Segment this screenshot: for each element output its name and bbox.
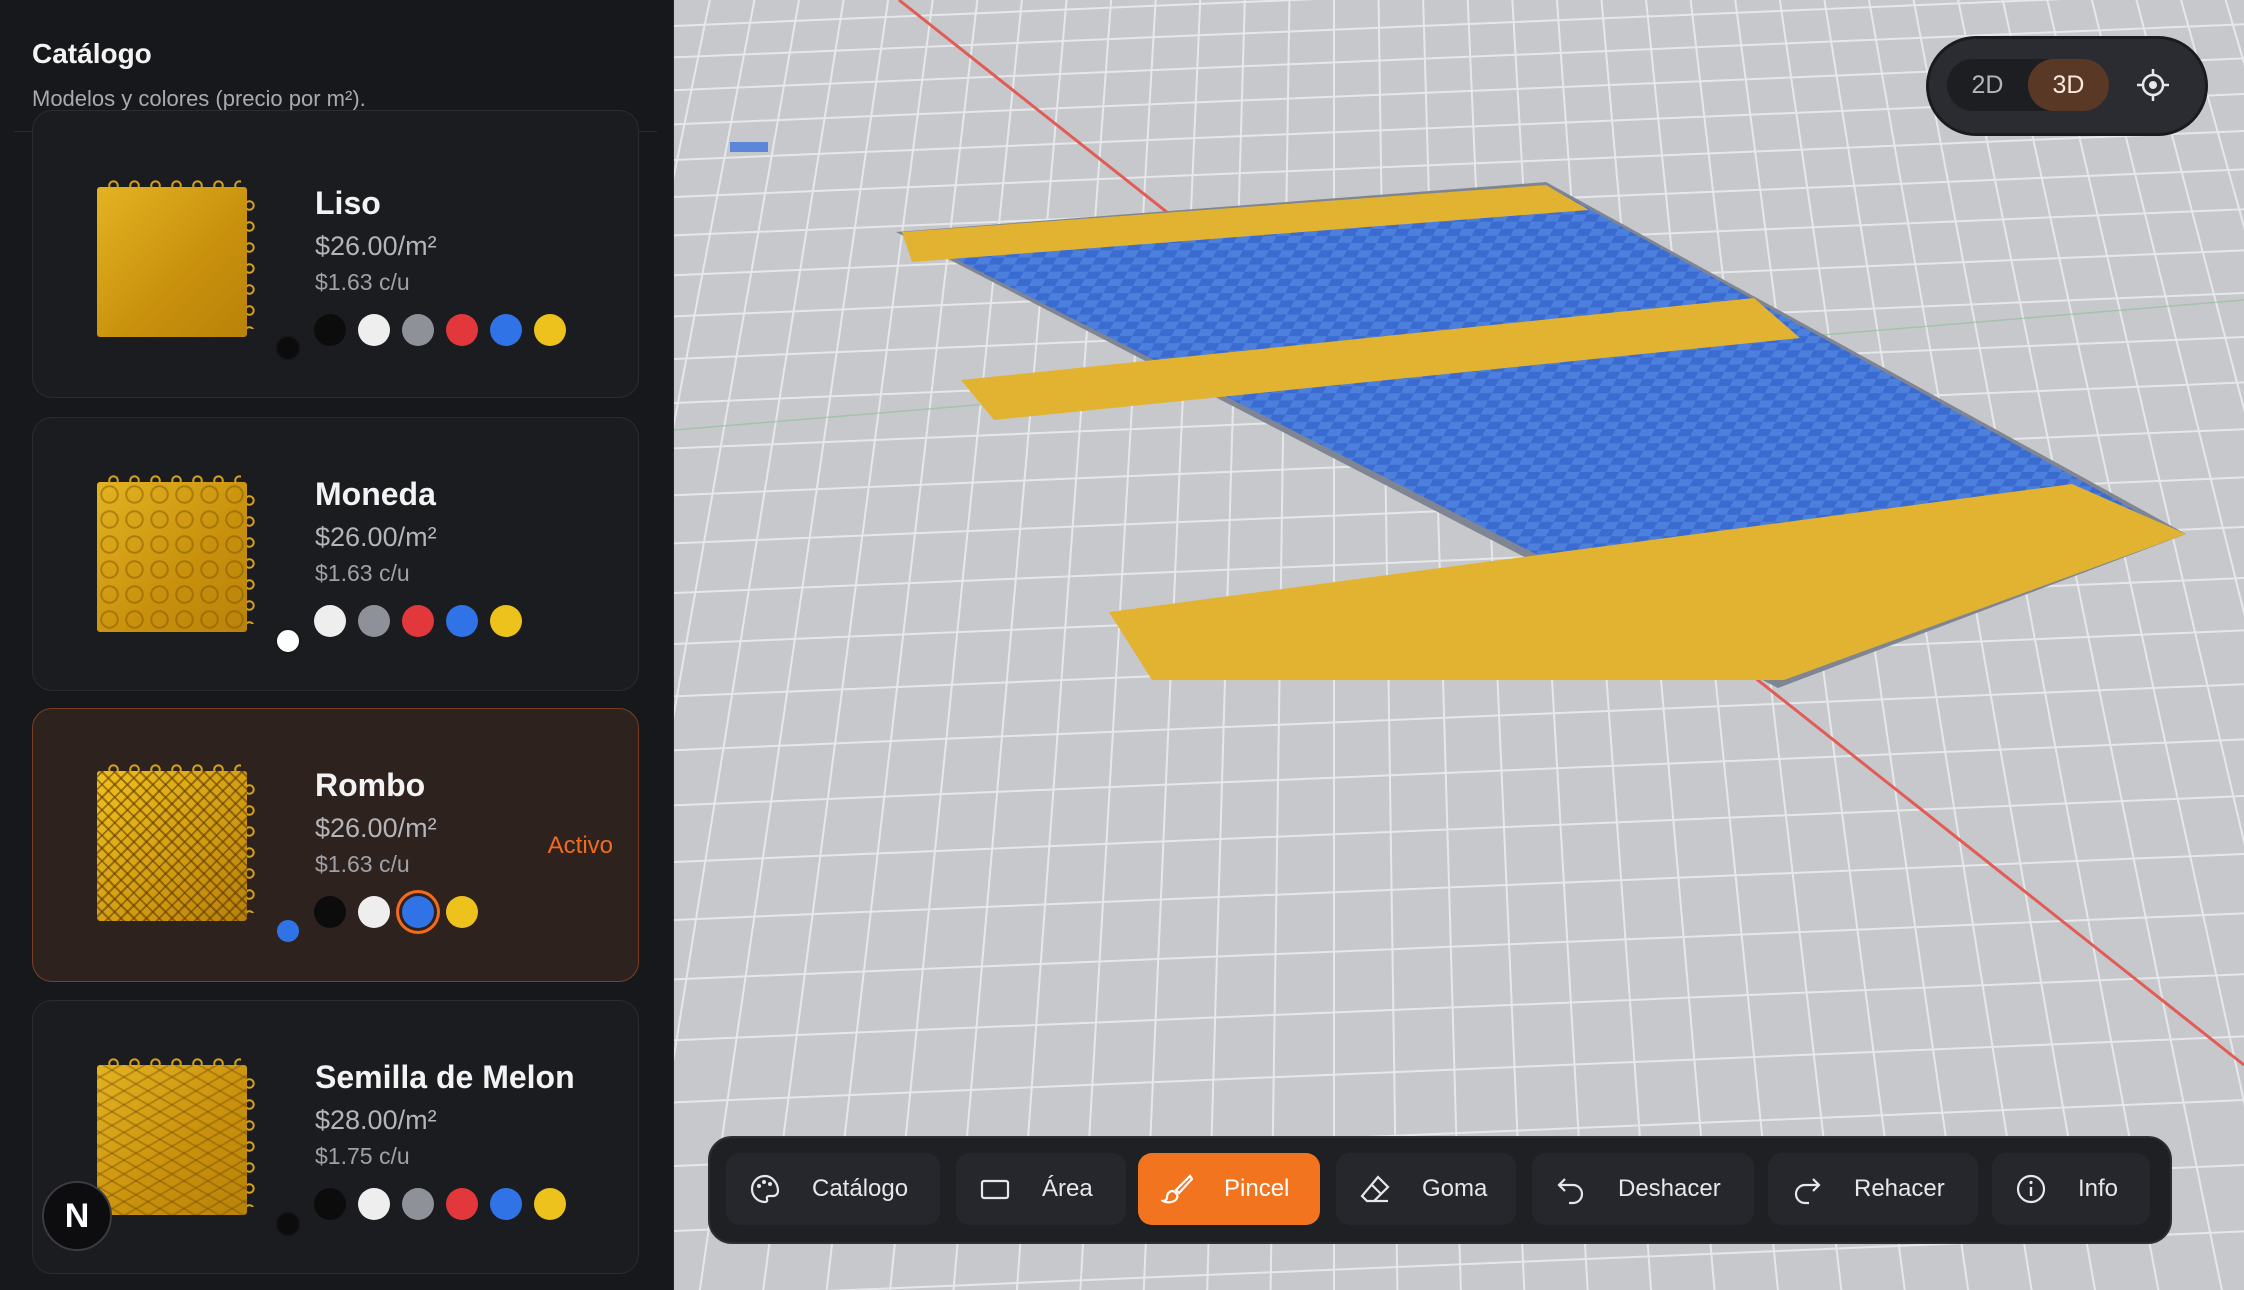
info-button-label: Info (2078, 1175, 2119, 1202)
redo-icon (1790, 1172, 1824, 1206)
catalog-card-semilla-de-melon[interactable]: Semilla de Melon $28.00/m² $1.75 c/u (32, 1000, 639, 1274)
crosshair-icon[interactable] (2123, 55, 2183, 115)
origin-marker (730, 142, 768, 152)
info-icon (2014, 1172, 2048, 1206)
active-status-label: Activo (547, 832, 613, 859)
card-price: $26.00/m² (315, 231, 437, 261)
app-logo-badge[interactable]: N (42, 1181, 112, 1251)
color-swatch[interactable] (490, 1188, 522, 1220)
color-swatch[interactable] (358, 605, 390, 637)
eraser-button[interactable]: Goma (1336, 1153, 1516, 1225)
selected-color-dot (275, 918, 301, 944)
color-swatch[interactable] (314, 314, 346, 346)
eraser-button-label: Goma (1422, 1175, 1488, 1202)
view-mode-toggle: 2D 3D (1926, 36, 2208, 136)
card-unit-price: $1.63 c/u (315, 851, 410, 877)
catalog-sidebar: Catálogo Modelos y colores (precio por m… (0, 0, 674, 1290)
floor-3d-viewport[interactable] (674, 0, 2244, 1290)
card-unit-price: $1.75 c/u (315, 1143, 410, 1169)
area-button-label: Área (1042, 1175, 1093, 1202)
area-button[interactable]: Área (956, 1153, 1126, 1225)
scene-canvas[interactable] (674, 0, 2244, 1290)
color-swatch[interactable] (314, 605, 346, 637)
undo-icon (1554, 1172, 1588, 1206)
color-swatch[interactable] (402, 605, 434, 637)
sidebar-title: Catálogo (32, 38, 152, 69)
card-name: Rombo (315, 767, 426, 803)
color-swatches (314, 896, 478, 928)
color-swatch[interactable] (314, 1188, 346, 1220)
color-swatches (314, 605, 522, 637)
card-unit-price: $1.63 c/u (315, 560, 410, 586)
tile-thumbnail (97, 180, 255, 337)
selected-color-dot (275, 335, 301, 361)
eraser-icon (1358, 1172, 1392, 1206)
view-3d-button[interactable]: 3D (2028, 59, 2109, 111)
tile-thumbnail (97, 1058, 255, 1215)
color-swatch[interactable] (534, 314, 566, 346)
tool-toolbar: Catálogo Área Pincel Goma Deshacer Rehac… (708, 1136, 2172, 1244)
card-price: $26.00/m² (315, 813, 437, 843)
color-swatch[interactable] (402, 314, 434, 346)
card-price: $28.00/m² (315, 1105, 437, 1135)
color-swatches (314, 314, 566, 346)
catalog-card-rombo[interactable]: Rombo $26.00/m² $1.63 c/u Activo (32, 708, 639, 982)
brush-icon (1160, 1172, 1194, 1206)
brush-button[interactable]: Pincel (1138, 1153, 1320, 1225)
floor-tiles[interactable] (896, 182, 2186, 688)
view-2d-button[interactable]: 2D (1947, 59, 2028, 111)
card-unit-price: $1.63 c/u (315, 269, 410, 295)
color-swatch[interactable] (490, 605, 522, 637)
undo-button[interactable]: Deshacer (1532, 1153, 1754, 1225)
color-swatch[interactable] (358, 1188, 390, 1220)
catalog-card-liso[interactable]: Liso $26.00/m² $1.63 c/u (32, 110, 639, 398)
catalog-button-label: Catálogo (812, 1175, 909, 1202)
rectangle-icon (978, 1172, 1012, 1206)
palette-icon (748, 1172, 782, 1206)
redo-button-label: Rehacer (1854, 1175, 1945, 1202)
card-price: $26.00/m² (315, 522, 437, 552)
color-swatch[interactable] (314, 896, 346, 928)
color-swatches (314, 1188, 566, 1220)
view-mode-segment: 2D 3D (1947, 59, 2109, 111)
color-swatch[interactable] (358, 896, 390, 928)
catalog-button[interactable]: Catálogo (726, 1153, 940, 1225)
tile-thumbnail (97, 475, 255, 632)
sidebar-subtitle: Modelos y colores (precio por m²). (32, 86, 366, 111)
info-button[interactable]: Info (1992, 1153, 2150, 1225)
color-swatch[interactable] (534, 1188, 566, 1220)
card-name: Moneda (315, 476, 436, 512)
color-swatch[interactable] (446, 896, 478, 928)
undo-button-label: Deshacer (1618, 1175, 1721, 1202)
redo-button[interactable]: Rehacer (1768, 1153, 1978, 1225)
color-swatch[interactable] (402, 896, 434, 928)
color-swatch[interactable] (358, 314, 390, 346)
color-swatch[interactable] (446, 605, 478, 637)
selected-color-dot (275, 1211, 301, 1237)
catalog-card-moneda[interactable]: Moneda $26.00/m² $1.63 c/u (32, 417, 639, 691)
tile-thumbnail (97, 764, 255, 921)
card-name: Semilla de Melon (315, 1059, 575, 1095)
selected-color-dot (275, 628, 301, 654)
card-name: Liso (315, 185, 381, 221)
color-swatch[interactable] (490, 314, 522, 346)
brush-button-label: Pincel (1224, 1175, 1290, 1202)
color-swatch[interactable] (402, 1188, 434, 1220)
color-swatch[interactable] (446, 314, 478, 346)
color-swatch[interactable] (446, 1188, 478, 1220)
